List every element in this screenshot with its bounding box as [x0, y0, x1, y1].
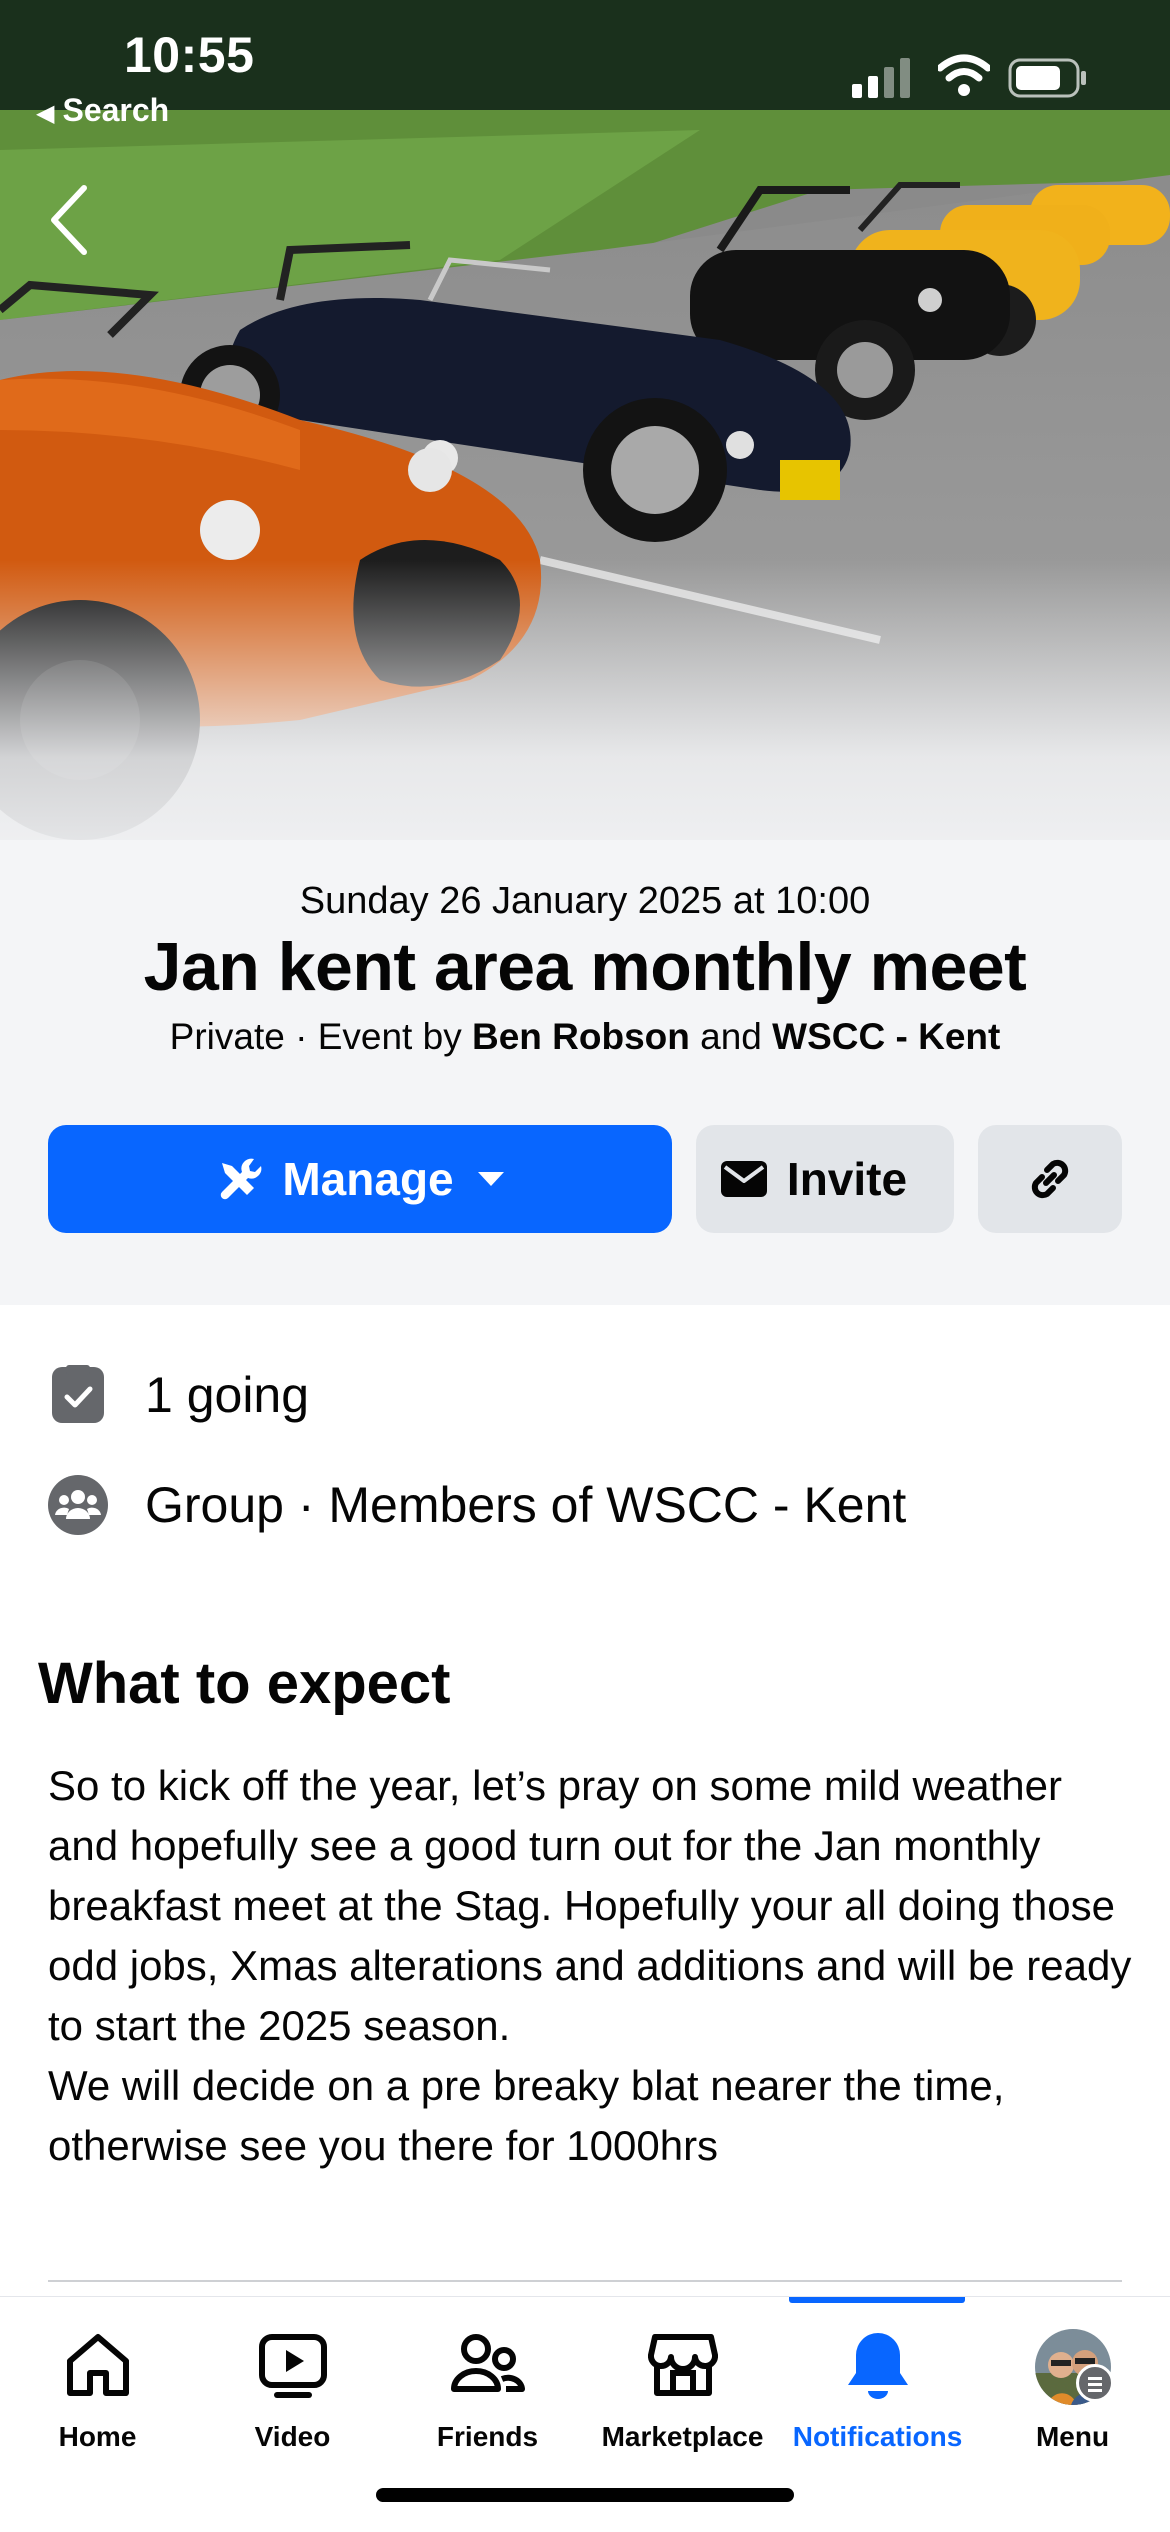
event-title: Jan kent area monthly meet: [143, 929, 1027, 1005]
going-count: 1 going: [145, 1367, 310, 1423]
back-triangle-icon: ◀: [36, 100, 55, 127]
home-icon: [66, 2334, 129, 2396]
caret-down-icon: [477, 1172, 504, 1186]
event-description: So to kick off the year, let’s pray on s…: [48, 1762, 1132, 2169]
tab-notifications[interactable]: Notifications: [780, 2297, 975, 2477]
back-to-app-link[interactable]: ◀ Search: [36, 92, 169, 129]
tab-friends-label: Friends: [436, 2421, 539, 2452]
envelope-icon: [720, 1161, 767, 1197]
group-icon: [48, 1475, 108, 1535]
manage-label: Manage: [282, 1153, 454, 1205]
tab-video-label: Video: [254, 2421, 331, 2452]
byline-and: and: [700, 1016, 762, 1057]
going-count-row[interactable]: 1 going: [0, 1350, 1170, 1440]
friends-icon: [450, 2334, 525, 2392]
checklist-icon: [52, 1365, 104, 1423]
what-to-expect-heading: What to expect: [38, 1651, 451, 1716]
privacy-label: Private: [169, 1016, 285, 1057]
home-indicator[interactable]: [376, 2488, 794, 2502]
event-date: Sunday 26 January 2025 at 10:00: [299, 880, 871, 922]
group-audience-text: Group · Members of WSCC - Kent: [145, 1477, 907, 1533]
tab-marketplace[interactable]: Marketplace: [585, 2297, 780, 2477]
wifi-icon: [938, 54, 990, 96]
divider: [48, 2280, 1122, 2282]
manage-button[interactable]: Manage: [48, 1125, 672, 1233]
back-app-label: Search: [62, 92, 170, 128]
battery-icon: [1008, 58, 1086, 98]
bell-icon: [847, 2333, 908, 2399]
tab-notifications-label: Notifications: [792, 2421, 963, 2452]
tab-menu-label: Menu: [1035, 2421, 1110, 2452]
status-time: 10:55: [124, 27, 255, 83]
tools-icon: [221, 1158, 262, 1200]
invite-button[interactable]: Invite: [696, 1125, 954, 1233]
link-icon: [1031, 1159, 1069, 1199]
group-audience-row[interactable]: Group · Members of WSCC - Kent: [0, 1460, 1170, 1550]
marketplace-icon: [647, 2334, 718, 2396]
menu-badge-icon: [1076, 2364, 1114, 2402]
copy-link-button[interactable]: [978, 1125, 1122, 1233]
invite-label: Invite: [786, 1153, 908, 1205]
tab-friends[interactable]: Friends: [390, 2297, 585, 2477]
tab-home-label: Home: [58, 2421, 137, 2452]
byline-prefix: Event by: [317, 1016, 462, 1057]
tab-menu[interactable]: Menu: [975, 2297, 1170, 2477]
cellular-signal-icon: [852, 58, 910, 98]
tab-video[interactable]: Video: [195, 2297, 390, 2477]
tab-home[interactable]: Home: [0, 2297, 195, 2477]
video-icon: [258, 2334, 327, 2398]
status-bar: 10:55 ◀ Search: [0, 0, 1170, 140]
tab-marketplace-label: Marketplace: [601, 2421, 764, 2452]
event-byline: Private · Event by Ben Robson and WSCC -…: [169, 1016, 1001, 1057]
host-link-ben-robson[interactable]: Ben Robson: [472, 1016, 690, 1057]
host-link-wscc-kent[interactable]: WSCC - Kent: [772, 1016, 1000, 1057]
back-chevron-icon[interactable]: [44, 180, 96, 260]
